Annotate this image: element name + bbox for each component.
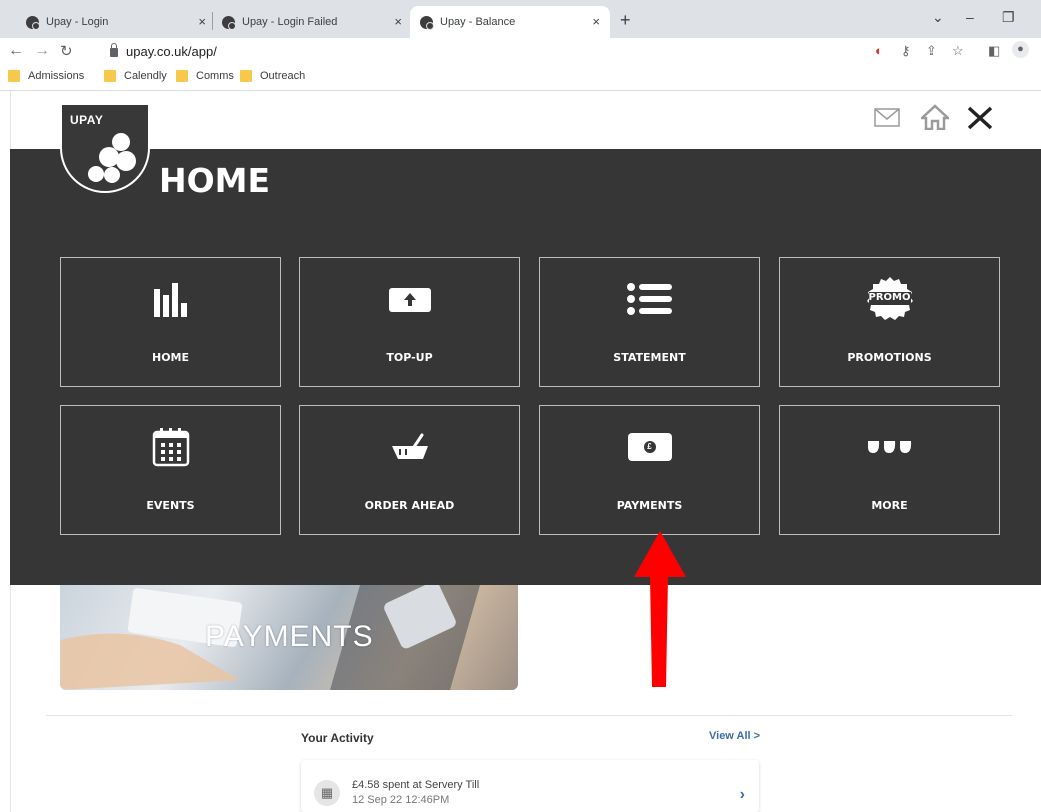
profile-avatar-icon[interactable]: ● — [1012, 41, 1029, 58]
upay-favicon-icon — [26, 15, 40, 30]
tile-more[interactable]: MORE — [779, 405, 1000, 535]
tile-events[interactable]: EVENTS — [60, 405, 281, 535]
tab-title: Upay - Balance — [440, 16, 516, 28]
tab-login[interactable]: Upay - Login × — [26, 6, 216, 38]
tab-search-icon[interactable]: ⌄ — [932, 9, 944, 26]
bookmark-outreach[interactable]: Outreach — [240, 70, 305, 82]
list-icon — [626, 283, 672, 315]
blocked-icon[interactable]: ◐ — [875, 43, 883, 58]
tile-label: EVENTS — [146, 499, 195, 512]
tab-balance[interactable]: Upay - Balance × — [410, 6, 610, 38]
reload-icon[interactable]: ↻ — [60, 42, 73, 60]
tab-close-icon[interactable]: × — [198, 14, 206, 29]
bookmark-comms[interactable]: Comms — [176, 70, 234, 82]
restore-icon[interactable]: ❐ — [1002, 9, 1015, 26]
bookmark-admissions[interactable]: Admissions — [8, 70, 84, 82]
activity-title: Your Activity — [301, 731, 374, 745]
tile-label: PAYMENTS — [616, 499, 683, 512]
page-title: HOME — [159, 161, 271, 200]
top-up-icon — [388, 288, 431, 312]
basket-icon — [391, 433, 428, 459]
tab-close-icon[interactable]: × — [592, 14, 600, 29]
pound-coin-icon: £ — [643, 441, 656, 453]
lock-icon — [110, 43, 118, 57]
share-icon[interactable]: ⇪ — [926, 43, 937, 59]
red-arrow-annotation-icon — [634, 531, 686, 687]
minimize-icon[interactable]: – — [966, 9, 974, 25]
promo-icon: PROMO — [866, 276, 914, 322]
bookmark-label: Outreach — [260, 70, 306, 82]
tab-separator — [212, 12, 213, 30]
address-bar[interactable]: upay.co.uk/app/ — [102, 40, 842, 62]
activity-timestamp: 12 Sep 22 12:46PM — [352, 794, 450, 806]
bar-chart-icon — [153, 283, 187, 317]
tile-label: TOP-UP — [386, 351, 433, 364]
key-icon[interactable]: ⚷ — [901, 43, 911, 59]
mail-icon[interactable] — [874, 108, 900, 128]
tile-label: STATEMENT — [613, 351, 686, 364]
banner-title: PAYMENTS — [205, 620, 374, 653]
tile-home[interactable]: HOME — [60, 257, 281, 387]
more-icon — [867, 441, 911, 453]
folder-icon — [240, 70, 252, 82]
close-menu-icon[interactable] — [966, 106, 994, 130]
back-icon[interactable]: ← — [8, 42, 24, 60]
tile-label: HOME — [151, 351, 190, 364]
bookmark-star-icon[interactable]: ☆ — [952, 43, 964, 59]
side-panel-icon[interactable]: ◧ — [988, 43, 1000, 59]
payment-icon: £ — [627, 433, 672, 461]
bookmark-calendly[interactable]: Calendly — [104, 70, 167, 82]
tile-order-ahead[interactable]: ORDER AHEAD — [299, 405, 520, 535]
promo-icon-text: PROMO — [868, 292, 911, 303]
view-all-link[interactable]: View All > — [709, 730, 760, 742]
tab-title: Upay - Login Failed — [242, 16, 338, 28]
tab-title: Upay - Login — [46, 16, 109, 28]
tile-top-up[interactable]: TOP-UP — [299, 257, 520, 387]
chevron-right-icon[interactable]: › — [740, 786, 745, 804]
home-nav-icon[interactable] — [921, 104, 949, 130]
tile-payments[interactable]: £ PAYMENTS — [539, 405, 760, 535]
tab-close-icon[interactable]: × — [394, 14, 402, 29]
forward-icon[interactable]: → — [34, 42, 50, 60]
tab-login-failed[interactable]: Upay - Login Failed × — [222, 6, 412, 38]
tile-promotions[interactable]: PROMO PROMOTIONS — [779, 257, 1000, 387]
url-text: upay.co.uk/app/ — [126, 43, 217, 59]
bookmark-label: Comms — [196, 70, 234, 82]
tile-statement[interactable]: STATEMENT — [539, 257, 760, 387]
upay-favicon-icon — [420, 15, 434, 30]
folder-icon — [104, 70, 116, 82]
bookmark-label: Calendly — [124, 70, 167, 82]
till-icon: ▦ — [314, 780, 340, 806]
tile-label: ORDER AHEAD — [364, 499, 455, 512]
upay-favicon-icon — [222, 15, 236, 30]
activity-description: £4.58 spent at Servery Till — [352, 779, 480, 791]
section-divider — [46, 715, 1012, 716]
calendar-icon — [152, 428, 189, 467]
folder-icon — [8, 70, 20, 82]
activity-item[interactable]: ▦ £4.58 spent at Servery Till 12 Sep 22 … — [301, 760, 759, 812]
new-tab-button[interactable]: + — [620, 10, 631, 31]
bookmark-label: Admissions — [28, 70, 85, 82]
tile-label: MORE — [871, 499, 908, 512]
tile-label: PROMOTIONS — [847, 351, 932, 364]
folder-icon — [176, 70, 188, 82]
logo-text: UPAY — [70, 113, 104, 127]
